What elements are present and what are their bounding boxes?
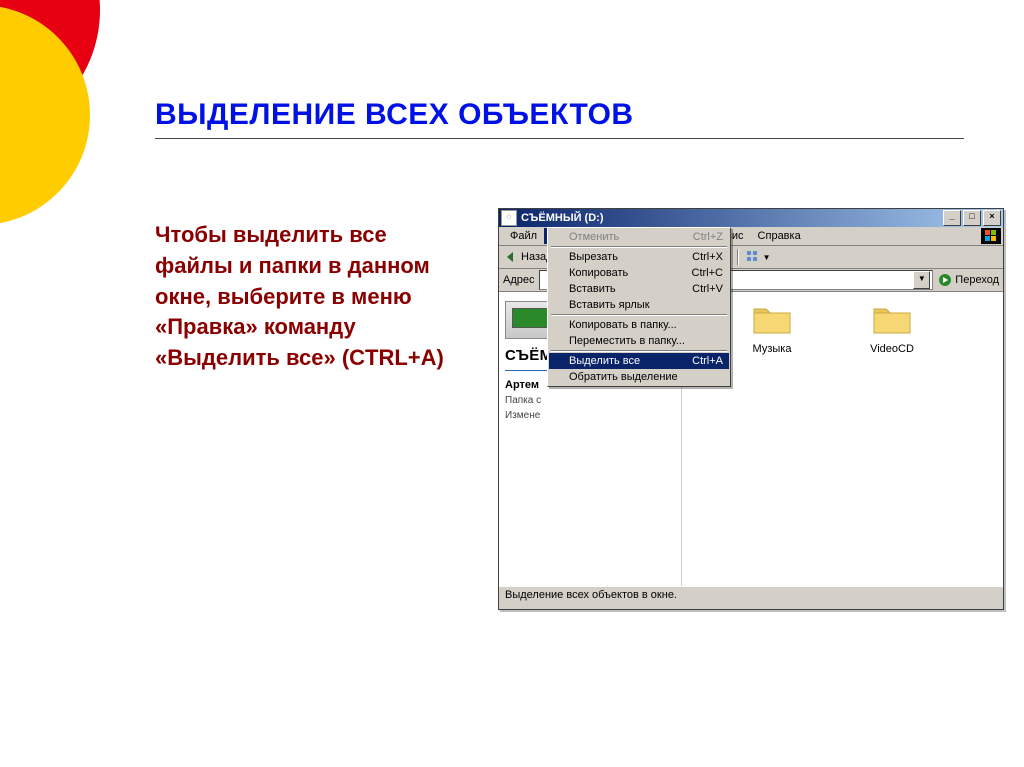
menu-item[interactable]: Вставить ярлык — [549, 297, 729, 313]
menu-item: Отменить Ctrl+Z — [549, 229, 729, 245]
menu-help[interactable]: Справка — [751, 228, 808, 244]
folder-icon — [852, 303, 932, 340]
menu-item[interactable]: Обратить выделение — [549, 369, 729, 385]
minimize-button[interactable]: _ — [943, 210, 961, 226]
folders-row: Музыка VideoCD — [692, 303, 993, 355]
menu-item[interactable]: Переместить в папку... — [549, 333, 729, 349]
menu-item-label: Вставить — [569, 283, 616, 295]
folder-item[interactable]: Музыка — [732, 303, 812, 355]
menu-item[interactable]: Копировать Ctrl+C — [549, 265, 729, 281]
menu-item-label: Отменить — [569, 231, 619, 243]
menu-item-label: Копировать — [569, 267, 628, 279]
titlebar[interactable]: ◌ СЪЁМНЫЙ (D:) _ □ × — [499, 209, 1003, 227]
views-button[interactable]: ▼ — [745, 249, 771, 265]
menu-item-label: Вырезать — [569, 251, 618, 263]
menu-item-label: Копировать в папку... — [569, 319, 677, 331]
slide-title-block: ВЫДЕЛЕНИЕ ВСЕХ ОБЪЕКТОВ — [155, 98, 964, 139]
menu-item-label: Обратить выделение — [569, 371, 678, 383]
windows-logo-icon — [981, 228, 1001, 244]
close-button[interactable]: × — [983, 210, 1001, 226]
selection-changed: Измене — [505, 410, 675, 421]
chevron-down-icon: ▼ — [763, 253, 771, 262]
explorer-window: ◌ СЪЁМНЫЙ (D:) _ □ × Файл Правка Вид Изб… — [498, 208, 1004, 610]
menu-file[interactable]: Файл — [503, 228, 544, 244]
slide-body-text: Чтобы выделить все файлы и папки в данно… — [155, 220, 465, 374]
go-button[interactable]: Переход — [937, 272, 999, 288]
maximize-button[interactable]: □ — [963, 210, 981, 226]
menu-item-shortcut: Ctrl+V — [692, 283, 723, 295]
menu-item-label: Переместить в папку... — [569, 335, 685, 347]
menu-item[interactable]: Копировать в папку... — [549, 317, 729, 333]
folder-label: VideoCD — [852, 343, 932, 355]
selection-type: Папка с — [505, 395, 675, 406]
menu-item-shortcut: Ctrl+Z — [693, 231, 723, 243]
menu-item-label: Выделить все — [569, 355, 640, 367]
menu-item[interactable]: Вырезать Ctrl+X — [549, 249, 729, 265]
back-icon — [503, 249, 519, 265]
menu-item-shortcut: Ctrl+C — [692, 267, 723, 279]
views-icon — [745, 249, 761, 265]
menu-item-shortcut: Ctrl+X — [692, 251, 723, 263]
folder-label: Музыка — [732, 343, 812, 355]
menu-item[interactable]: Выделить все Ctrl+A — [549, 353, 729, 369]
chevron-down-icon: ▼ — [913, 271, 930, 289]
go-label: Переход — [955, 274, 999, 286]
slide-title: ВЫДЕЛЕНИЕ ВСЕХ ОБЪЕКТОВ — [155, 98, 964, 132]
menu-item-shortcut: Ctrl+A — [692, 355, 723, 367]
menu-separator — [551, 246, 727, 248]
folder-icon — [732, 303, 812, 340]
menubar: Файл Правка Вид Избранное Сервис Справка… — [499, 227, 1003, 246]
menu-separator — [551, 350, 727, 352]
folder-item[interactable]: VideoCD — [852, 303, 932, 355]
status-text: Выделение всех объектов в окне. — [505, 589, 677, 601]
go-icon — [937, 272, 953, 288]
menu-separator — [551, 314, 727, 316]
title-rule — [155, 138, 964, 139]
toolbar-separator — [737, 249, 739, 265]
drive-icon: ◌ — [501, 210, 517, 226]
menu-item-label: Вставить ярлык — [569, 299, 650, 311]
window-title: СЪЁМНЫЙ (D:) — [521, 212, 943, 224]
address-label: Адрес — [503, 274, 535, 286]
menu-item[interactable]: Вставить Ctrl+V — [549, 281, 729, 297]
edit-dropdown: Отменить Ctrl+Z Вырезать Ctrl+X Копировать Ct… — [547, 227, 731, 387]
window-buttons: _ □ × — [943, 210, 1001, 226]
status-bar: Выделение всех объектов в окне. — [499, 586, 1003, 609]
